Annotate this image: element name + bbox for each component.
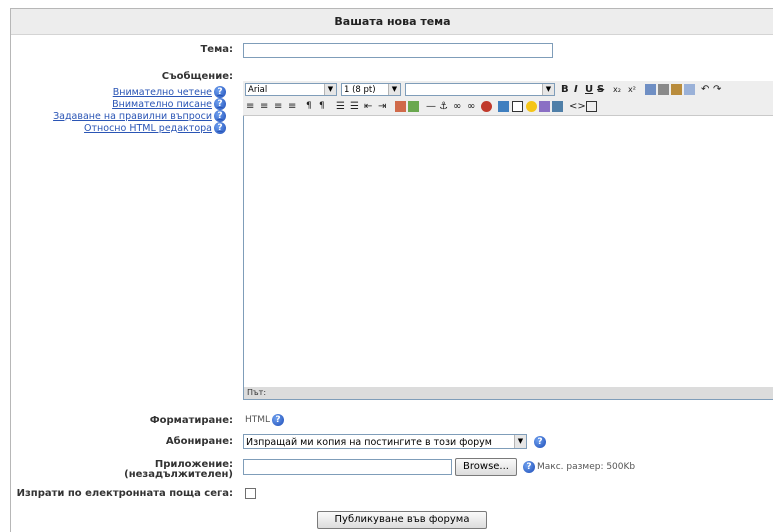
rtl-icon[interactable]: ¶ [319, 98, 325, 115]
horizontal-rule-icon[interactable]: — [426, 98, 436, 115]
help-link-html-editor[interactable]: Относно HTML редактора ? [84, 122, 226, 134]
italic-icon[interactable]: I [574, 81, 578, 98]
font-size-select[interactable]: 1 (8 pt) ▼ [341, 83, 401, 96]
font-family-value: Arial [248, 85, 268, 95]
background-color-icon[interactable] [408, 101, 419, 112]
chevron-down-icon: ▼ [542, 84, 554, 95]
help-link-questions[interactable]: Задаване на правилни въпроси ? [53, 110, 226, 122]
font-family-select[interactable]: Arial ▼ [245, 83, 337, 96]
attachment-label: Приложение: (незадължителен) [11, 460, 233, 480]
email-now-label: Изпрати по електронната поща сега: [16, 488, 233, 499]
help-link-label: Относно HTML редактора [84, 122, 212, 134]
align-center-icon[interactable]: ≡ [260, 98, 268, 115]
redo-icon[interactable]: ↷ [713, 81, 721, 98]
copy-icon[interactable] [645, 84, 656, 95]
help-icon: ? [214, 122, 226, 134]
subscription-label: Абониране: [165, 436, 233, 447]
subject-label: Тема: [200, 44, 233, 55]
unlink-icon[interactable]: ∞ [467, 98, 475, 115]
indent-icon[interactable]: ⇥ [378, 98, 386, 115]
justify-icon[interactable]: ≡ [288, 98, 296, 115]
max-size-text: Макс. размер: 500Kb [537, 462, 636, 472]
undo-icon[interactable]: ↶ [701, 81, 709, 98]
chevron-down-icon: ▼ [388, 84, 400, 95]
style-select[interactable]: ▼ [405, 83, 555, 96]
help-icon: ? [214, 98, 226, 110]
ltr-icon[interactable]: ¶ [306, 98, 312, 115]
outdent-icon[interactable]: ⇤ [364, 98, 372, 115]
bold-icon[interactable]: B [561, 81, 569, 98]
chevron-down-icon: ▼ [514, 435, 526, 448]
search-replace-icon[interactable] [552, 101, 563, 112]
help-icon: ? [214, 86, 226, 98]
smiley-icon[interactable] [526, 101, 537, 112]
subscription-select[interactable]: Изпращай ми копия на постингите в този ф… [243, 434, 527, 449]
font-size-value: 1 (8 pt) [344, 85, 376, 95]
help-link-label: Задаване на правилни въпроси [53, 110, 212, 122]
subscription-value: Изпращай ми копия на постингите в този ф… [246, 437, 492, 448]
help-link-label: Внимателно четене [112, 86, 212, 98]
fullscreen-icon[interactable] [586, 101, 597, 112]
editor-path-bar: Път: [244, 387, 773, 399]
ordered-list-icon[interactable]: ☰ [336, 98, 345, 115]
cut-icon[interactable] [658, 84, 669, 95]
editor-toolbar-row-2: ≡ ≡ ≡ ≡ ¶ ¶ ☰ ☰ ⇤ ⇥ — ⚓ ∞ ∞ <> [243, 98, 773, 116]
unordered-list-icon[interactable]: ☰ [350, 98, 359, 115]
format-value: HTML ? [245, 414, 285, 426]
help-link-label: Внимателно писане [112, 98, 212, 110]
help-icon[interactable]: ? [534, 436, 546, 448]
format-value-text: HTML [245, 415, 271, 425]
subscript-icon[interactable]: x₂ [613, 81, 621, 98]
editor-toolbar-row-1: Arial ▼ 1 (8 pt) ▼ ▼ B I U S x₂ x² ↶ ↷ [243, 81, 773, 98]
chevron-down-icon: ▼ [324, 84, 336, 95]
text-color-icon[interactable] [395, 101, 406, 112]
anchor-icon[interactable]: ⚓ [439, 98, 448, 115]
paste-word-icon[interactable] [684, 84, 695, 95]
nolink-icon[interactable] [481, 101, 492, 112]
help-link-reading[interactable]: Внимателно четене ? [113, 86, 226, 98]
message-editor-area[interactable] [243, 81, 773, 400]
image-icon[interactable] [498, 101, 509, 112]
browse-button[interactable]: Browse... [455, 458, 517, 476]
paste-icon[interactable] [671, 84, 682, 95]
attachment-label-line-2: (незадължителен) [124, 469, 233, 480]
new-topic-form: Вашата нова тема Тема: Съобщение: Внимат… [10, 8, 773, 532]
underline-icon[interactable]: U [585, 81, 593, 98]
form-title: Вашата нова тема [11, 9, 773, 35]
help-icon[interactable]: ? [272, 414, 285, 426]
help-icon: ? [214, 110, 226, 122]
superscript-icon[interactable]: x² [628, 81, 636, 98]
subject-input[interactable] [243, 43, 553, 58]
special-char-icon[interactable] [539, 101, 550, 112]
html-source-icon[interactable]: <> [569, 98, 586, 115]
help-link-writing[interactable]: Внимателно писане ? [112, 98, 226, 110]
attachment-file-input[interactable] [243, 459, 452, 475]
email-now-checkbox[interactable] [245, 488, 256, 499]
link-icon[interactable]: ∞ [453, 98, 461, 115]
format-label: Форматиране: [149, 415, 233, 426]
table-icon[interactable] [512, 101, 523, 112]
submit-button[interactable]: Публикуване във форума [317, 511, 487, 529]
message-label: Съобщение: [161, 71, 233, 82]
align-left-icon[interactable]: ≡ [246, 98, 254, 115]
align-right-icon[interactable]: ≡ [274, 98, 282, 115]
help-icon[interactable]: ? [523, 461, 535, 473]
strikethrough-icon[interactable]: S [597, 81, 604, 98]
